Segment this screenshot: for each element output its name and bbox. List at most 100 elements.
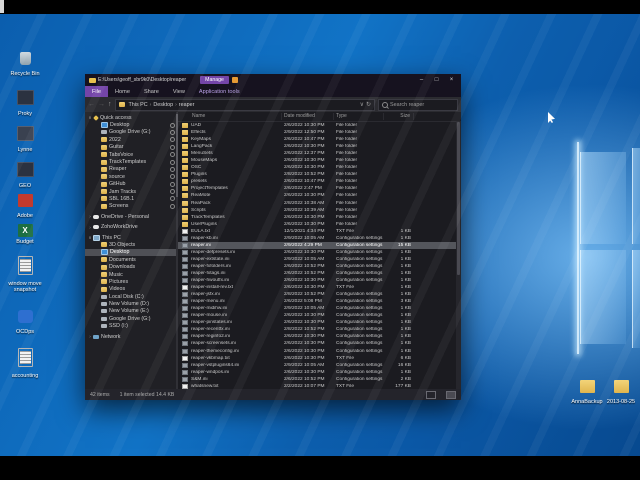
up-button[interactable]: ↑ [108,100,112,110]
minimize-button[interactable]: – [414,74,429,86]
refresh-icon[interactable]: ↻ [366,101,371,108]
sidebar-item-tabsvoice[interactable]: TabsVoice [85,151,178,158]
sidebar-item-github[interactable]: GitHub [85,181,178,188]
sidebar-item-onedrive-personal[interactable]: › OneDrive - Personal [85,213,178,220]
desktop-icon-adobe[interactable]: Adobe [2,194,48,219]
desktop-icon-budget[interactable]: X Budget [2,220,48,245]
details-view-button[interactable] [426,390,436,399]
file-row-reaper-defpresets-ini[interactable]: reaper-defpresets.ini 2/6/2022 10:30 PM Co… [178,249,461,256]
column-header-type[interactable]: Type [334,113,384,120]
sidebar-item-sbl-16b-1[interactable]: SBL 16B.1 [85,195,178,202]
sidebar-item-3d-objects[interactable]: 3D Objects [85,241,178,248]
sidebar-item-network[interactable]: › Network [85,333,178,340]
file-row-reaper-fxfolders-ini[interactable]: reaper-fxfolders.ini 2/6/2022 10:52 PM Con… [178,263,461,270]
file-row-tracktemplates[interactable]: TrackTemplates 2/6/2022 10:30 PM File fold… [178,214,461,221]
tab-file[interactable]: File [85,86,109,97]
file-row-reaper-themeconfig-ini[interactable]: reaper-themeconfig.ini 2/6/2022 10:30 PM C… [178,348,461,355]
file-row-eula-txt[interactable]: EULA.txt 12/1/2021 4:34 PM TXT File 1 KB [178,228,461,235]
column-header-name[interactable]: Name [178,113,282,120]
chevron-down-icon[interactable]: ∨ [87,115,93,121]
file-row-userplugins[interactable]: UserPlugins 2/6/2022 10:30 PM File folder [178,221,461,228]
file-row-scripts[interactable]: Scripts 2/8/2022 10:39 AM File folder [178,207,461,214]
file-row-presets[interactable]: presets 2/6/2022 10:47 PM File folder [178,178,461,185]
large-icons-view-button[interactable] [446,390,456,399]
desktop-icon-ocdps[interactable]: OCDps [2,310,48,335]
desktop-icon-accounting[interactable]: accounting [2,348,48,379]
sidebar-item-tracktemplates[interactable]: TrackTemplates [85,158,178,165]
sidebar-item-jam-tracks[interactable]: Jam Tracks [85,188,178,195]
file-row-s-m-ini[interactable]: S&M.ini 2/6/2022 10:52 PM Configuration se… [178,376,461,383]
sidebar-item-local-disk-c[interactable]: Local Disk (C:) [85,293,178,300]
sidebar-item-downloads[interactable]: Downloads [85,263,178,270]
sidebar-item-source[interactable]: source [85,173,178,180]
file-row-reaper-menu-ini[interactable]: reaper-menu.ini 2/6/2022 5:08 PM Configura… [178,298,461,305]
sidebar-item-new-volume-e[interactable]: New Volume (E:) [85,308,178,315]
address-dropdown-icon[interactable]: ∨ [360,101,364,108]
breadcrumb-this-pc[interactable]: This PC [129,102,148,108]
sidebar-item-documents[interactable]: Documents [85,256,178,263]
title-bar[interactable]: E:\Users\geoff_sbr9k0\Desktop\reaper Man… [85,74,461,86]
file-row-osc[interactable]: OSC 2/6/2022 10:30 PM File folder [178,164,461,171]
desktop-icon-proky[interactable]: Proky [2,90,48,117]
manage-contextual-tab[interactable]: Manage [200,76,229,84]
forward-button[interactable]: → [98,100,105,110]
file-row-reaper-pinstates-ini[interactable]: reaper-pinstates.ini 2/6/2022 10:30 PM Con… [178,319,461,326]
file-row-reaper-fxtags-ini[interactable]: reaper-fxtags.ini 2/6/2022 10:52 PM Config… [178,270,461,277]
sidebar-item-reaper[interactable]: Reaper [85,166,178,173]
file-explorer-window[interactable]: E:\Users\geoff_sbr9k0\Desktop\reaper Man… [85,74,461,400]
back-button[interactable]: ← [88,100,95,110]
file-row-menusets[interactable]: MenuSets 2/6/2022 12:37 PM File folder [178,150,461,157]
desktop-icon-lynne[interactable]: Lynne [2,126,48,153]
tab-share[interactable]: Share [137,86,166,97]
sidebar-item-this-pc[interactable]: ∨ This PC [85,234,178,241]
file-row-keymaps[interactable]: KeyMaps 2/6/2022 10:47 PM File folder [178,136,461,143]
address-bar[interactable]: This PC › Desktop › reaper ∨ ↻ [114,98,375,111]
search-box[interactable]: Search reaper [378,98,458,111]
column-header-size[interactable]: Size [384,113,414,120]
sidebar-item-google-drive-g[interactable]: Google Drive (G:) [85,129,178,136]
sidebar-item-videos[interactable]: Videos [85,286,178,293]
sidebar-item-quick-access[interactable]: ∨ Quick access [85,114,178,121]
file-row-projecttemplates[interactable]: ProjectTemplates 2/6/2022 2:47 PM File fol… [178,185,461,192]
tab-application-tools[interactable]: Application tools [192,86,247,97]
sidebar-item-2022[interactable]: 2022 [85,136,178,143]
desktop-icon-annabackup[interactable]: AnnaBackup [570,380,604,405]
file-row-plugins[interactable]: Plugins 2/8/2022 10:52 PM File folder [178,171,461,178]
file-row-reaper-jsfx-ini[interactable]: reaper-jsfx.ini 2/8/2022 10:52 PM Configur… [178,291,461,298]
sidebar-item-google-drive-g[interactable]: Google Drive (G:) [85,315,178,322]
file-row-reamote[interactable]: ReaMote 2/6/2022 10:30 PM File folder [178,192,461,199]
maximize-button[interactable]: □ [429,74,444,86]
sidebar-item-desktop[interactable]: Desktop [85,248,178,257]
file-list-scrollbar[interactable] [456,121,461,389]
file-row-reaper-midihw-ini[interactable]: reaper-midihw.ini 2/9/2022 10:05 AM Config… [178,305,461,312]
tab-view[interactable]: View [166,86,192,97]
sidebar-item-music[interactable]: Music [85,271,178,278]
close-button[interactable]: × [444,74,459,86]
file-row-reaper-hwoutfx-ini[interactable]: reaper-hwoutfx.ini 2/6/2022 10:30 PM Confi… [178,277,461,284]
file-list-scrollbar-thumb[interactable] [457,122,460,275]
file-row-reaper-kb-ini[interactable]: reaper-kb.ini 2/9/2022 10:05 AM Configurat… [178,235,461,242]
file-row-effects[interactable]: Effects 2/9/2022 12:50 PM File folder [178,129,461,136]
file-row-reaper-ini[interactable]: reaper.ini 2/9/2022 4:29 PM Configuration … [178,241,461,249]
file-row-reapack[interactable]: ReaPack 2/8/2022 10:38 AM File folder [178,200,461,207]
file-row-reaper-install-rev-txt[interactable]: reaper-install-rev.txt 2/6/2022 10:30 PM T… [178,284,461,291]
sidebar-item-ssd-i[interactable]: SSD (I:) [85,323,178,330]
file-row-uad[interactable]: UAD 2/6/2022 10:30 PM File folder [178,122,461,129]
sidebar-item-zohoworkdrive[interactable]: › ZohoWorkDrive [85,223,178,230]
column-header-date-modified[interactable]: Date modified [282,113,334,120]
sidebar-item-guitar[interactable]: Guitar [85,144,178,151]
breadcrumb-desktop[interactable]: Desktop [153,102,173,108]
sidebar-item-desktop[interactable]: Desktop [85,121,178,129]
file-row-reaper-vstplugins64-ini[interactable]: reaper-vstplugins64.ini 2/9/2022 10:05 AM… [178,362,461,369]
file-row-reaper-extstate-ini[interactable]: reaper-extstate.ini 2/9/2022 10:05 AM Conf… [178,256,461,263]
desktop-icon-window-move-snapshot[interactable]: window move snapshot [2,256,48,293]
file-row-reaper-vkbmap-txt[interactable]: reaper-vkbmap.txt 2/6/2022 10:30 PM TXT Fi… [178,355,461,362]
file-row-reaper-screensets-ini[interactable]: reaper-screensets.ini 2/6/2022 10:30 PM Co… [178,340,461,347]
desktop-icon-recycle-bin[interactable]: Recycle Bin [2,52,48,77]
file-row-reaper-recentfx-ini[interactable]: reaper-recentfx.ini 2/8/2022 10:52 PM Conf… [178,326,461,333]
sidebar-item-screens[interactable]: Screens [85,203,178,210]
file-row-reaper-wndpos-ini[interactable]: reaper-wndpos.ini 2/6/2022 10:30 PM Config… [178,369,461,376]
sidebar-item-pictures[interactable]: Pictures [85,278,178,285]
desktop-icon-2013-08-25[interactable]: 2013-08-25 [604,380,638,405]
file-row-reaper-mouse-ini[interactable]: reaper-mouse.ini 2/6/2022 10:30 PM Configu… [178,312,461,319]
